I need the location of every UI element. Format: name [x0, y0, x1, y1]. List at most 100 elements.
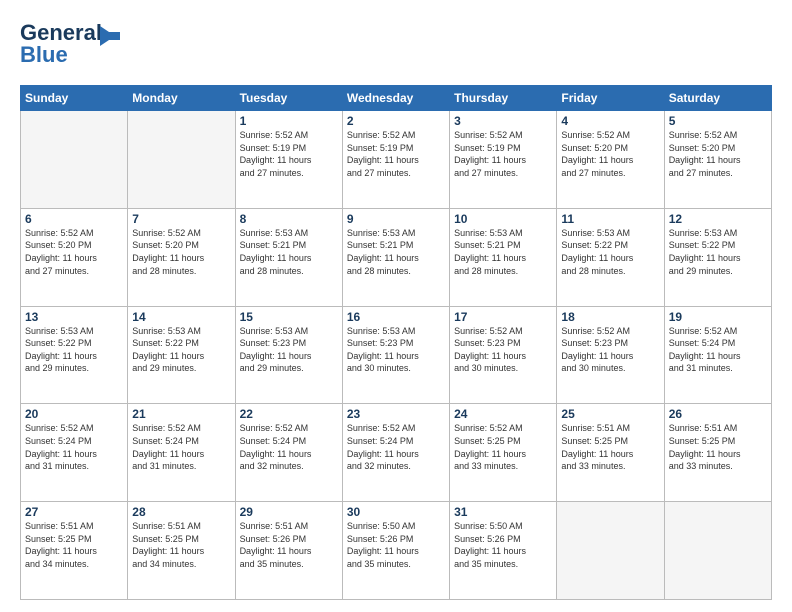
day-number: 5	[669, 114, 767, 128]
day-number: 12	[669, 212, 767, 226]
day-info: Sunrise: 5:52 AM Sunset: 5:19 PM Dayligh…	[347, 129, 445, 179]
page: General Blue SundayMondayTuesdayWednesda…	[0, 0, 792, 612]
day-info: Sunrise: 5:52 AM Sunset: 5:24 PM Dayligh…	[132, 422, 230, 472]
weekday-header: Tuesday	[235, 86, 342, 111]
calendar-day-cell: 27Sunrise: 5:51 AM Sunset: 5:25 PM Dayli…	[21, 502, 128, 600]
calendar-day-cell: 20Sunrise: 5:52 AM Sunset: 5:24 PM Dayli…	[21, 404, 128, 502]
day-info: Sunrise: 5:52 AM Sunset: 5:24 PM Dayligh…	[347, 422, 445, 472]
day-info: Sunrise: 5:52 AM Sunset: 5:19 PM Dayligh…	[454, 129, 552, 179]
day-info: Sunrise: 5:52 AM Sunset: 5:24 PM Dayligh…	[669, 325, 767, 375]
calendar-day-cell: 1Sunrise: 5:52 AM Sunset: 5:19 PM Daylig…	[235, 111, 342, 209]
day-number: 4	[561, 114, 659, 128]
calendar-day-cell: 7Sunrise: 5:52 AM Sunset: 5:20 PM Daylig…	[128, 208, 235, 306]
day-info: Sunrise: 5:53 AM Sunset: 5:23 PM Dayligh…	[347, 325, 445, 375]
day-number: 24	[454, 407, 552, 421]
day-number: 22	[240, 407, 338, 421]
day-number: 30	[347, 505, 445, 519]
day-number: 21	[132, 407, 230, 421]
calendar-day-cell: 8Sunrise: 5:53 AM Sunset: 5:21 PM Daylig…	[235, 208, 342, 306]
day-number: 3	[454, 114, 552, 128]
day-number: 1	[240, 114, 338, 128]
calendar-day-cell: 28Sunrise: 5:51 AM Sunset: 5:25 PM Dayli…	[128, 502, 235, 600]
calendar-day-cell	[128, 111, 235, 209]
calendar-week-row: 13Sunrise: 5:53 AM Sunset: 5:22 PM Dayli…	[21, 306, 772, 404]
day-number: 8	[240, 212, 338, 226]
calendar-day-cell: 5Sunrise: 5:52 AM Sunset: 5:20 PM Daylig…	[664, 111, 771, 209]
calendar-day-cell: 14Sunrise: 5:53 AM Sunset: 5:22 PM Dayli…	[128, 306, 235, 404]
calendar-day-cell: 22Sunrise: 5:52 AM Sunset: 5:24 PM Dayli…	[235, 404, 342, 502]
day-info: Sunrise: 5:52 AM Sunset: 5:25 PM Dayligh…	[454, 422, 552, 472]
calendar-week-row: 20Sunrise: 5:52 AM Sunset: 5:24 PM Dayli…	[21, 404, 772, 502]
day-info: Sunrise: 5:53 AM Sunset: 5:22 PM Dayligh…	[561, 227, 659, 277]
calendar-day-cell	[21, 111, 128, 209]
calendar-day-cell: 10Sunrise: 5:53 AM Sunset: 5:21 PM Dayli…	[450, 208, 557, 306]
day-number: 20	[25, 407, 123, 421]
day-number: 2	[347, 114, 445, 128]
day-info: Sunrise: 5:52 AM Sunset: 5:19 PM Dayligh…	[240, 129, 338, 179]
day-info: Sunrise: 5:53 AM Sunset: 5:21 PM Dayligh…	[240, 227, 338, 277]
day-info: Sunrise: 5:52 AM Sunset: 5:23 PM Dayligh…	[561, 325, 659, 375]
day-info: Sunrise: 5:50 AM Sunset: 5:26 PM Dayligh…	[347, 520, 445, 570]
calendar-day-cell: 16Sunrise: 5:53 AM Sunset: 5:23 PM Dayli…	[342, 306, 449, 404]
calendar-table: SundayMondayTuesdayWednesdayThursdayFrid…	[20, 85, 772, 600]
day-number: 13	[25, 310, 123, 324]
day-info: Sunrise: 5:52 AM Sunset: 5:24 PM Dayligh…	[25, 422, 123, 472]
day-number: 16	[347, 310, 445, 324]
day-number: 27	[25, 505, 123, 519]
day-info: Sunrise: 5:52 AM Sunset: 5:20 PM Dayligh…	[669, 129, 767, 179]
day-info: Sunrise: 5:53 AM Sunset: 5:21 PM Dayligh…	[454, 227, 552, 277]
day-info: Sunrise: 5:51 AM Sunset: 5:26 PM Dayligh…	[240, 520, 338, 570]
day-info: Sunrise: 5:50 AM Sunset: 5:26 PM Dayligh…	[454, 520, 552, 570]
calendar-day-cell: 13Sunrise: 5:53 AM Sunset: 5:22 PM Dayli…	[21, 306, 128, 404]
day-info: Sunrise: 5:52 AM Sunset: 5:20 PM Dayligh…	[561, 129, 659, 179]
calendar-day-cell: 25Sunrise: 5:51 AM Sunset: 5:25 PM Dayli…	[557, 404, 664, 502]
day-info: Sunrise: 5:52 AM Sunset: 5:20 PM Dayligh…	[132, 227, 230, 277]
header: General Blue	[20, 18, 772, 75]
calendar-day-cell: 17Sunrise: 5:52 AM Sunset: 5:23 PM Dayli…	[450, 306, 557, 404]
calendar-day-cell	[664, 502, 771, 600]
calendar-day-cell: 19Sunrise: 5:52 AM Sunset: 5:24 PM Dayli…	[664, 306, 771, 404]
svg-text:Blue: Blue	[20, 42, 68, 67]
day-number: 14	[132, 310, 230, 324]
calendar-day-cell: 12Sunrise: 5:53 AM Sunset: 5:22 PM Dayli…	[664, 208, 771, 306]
day-number: 6	[25, 212, 123, 226]
logo-text: General Blue	[20, 18, 130, 75]
calendar-day-cell: 4Sunrise: 5:52 AM Sunset: 5:20 PM Daylig…	[557, 111, 664, 209]
calendar-day-cell: 26Sunrise: 5:51 AM Sunset: 5:25 PM Dayli…	[664, 404, 771, 502]
day-number: 23	[347, 407, 445, 421]
weekday-header: Monday	[128, 86, 235, 111]
day-info: Sunrise: 5:51 AM Sunset: 5:25 PM Dayligh…	[132, 520, 230, 570]
day-info: Sunrise: 5:52 AM Sunset: 5:23 PM Dayligh…	[454, 325, 552, 375]
calendar-day-cell: 15Sunrise: 5:53 AM Sunset: 5:23 PM Dayli…	[235, 306, 342, 404]
calendar-day-cell	[557, 502, 664, 600]
day-number: 18	[561, 310, 659, 324]
day-info: Sunrise: 5:51 AM Sunset: 5:25 PM Dayligh…	[669, 422, 767, 472]
calendar-day-cell: 30Sunrise: 5:50 AM Sunset: 5:26 PM Dayli…	[342, 502, 449, 600]
calendar-day-cell: 23Sunrise: 5:52 AM Sunset: 5:24 PM Dayli…	[342, 404, 449, 502]
weekday-header: Wednesday	[342, 86, 449, 111]
day-info: Sunrise: 5:53 AM Sunset: 5:22 PM Dayligh…	[132, 325, 230, 375]
day-number: 11	[561, 212, 659, 226]
day-info: Sunrise: 5:53 AM Sunset: 5:23 PM Dayligh…	[240, 325, 338, 375]
day-number: 17	[454, 310, 552, 324]
weekday-header: Friday	[557, 86, 664, 111]
calendar-day-cell: 29Sunrise: 5:51 AM Sunset: 5:26 PM Dayli…	[235, 502, 342, 600]
day-number: 28	[132, 505, 230, 519]
day-number: 25	[561, 407, 659, 421]
calendar-week-row: 6 Sunrise: 5:52 AM Sunset: 5:20 PM Daylig…	[21, 208, 772, 306]
calendar-week-row: 1Sunrise: 5:52 AM Sunset: 5:19 PM Daylig…	[21, 111, 772, 209]
day-number: 29	[240, 505, 338, 519]
calendar-day-cell: 11Sunrise: 5:53 AM Sunset: 5:22 PM Dayli…	[557, 208, 664, 306]
day-info: Sunrise: 5:51 AM Sunset: 5:25 PM Dayligh…	[25, 520, 123, 570]
day-number: 7	[132, 212, 230, 226]
day-number: 26	[669, 407, 767, 421]
day-number: 9	[347, 212, 445, 226]
calendar-day-cell: 3Sunrise: 5:52 AM Sunset: 5:19 PM Daylig…	[450, 111, 557, 209]
calendar-day-cell: 6Sunrise: 5:52 AM Sunset: 5:20 PM Daylig…	[21, 208, 128, 306]
day-info: Sunrise: 5:53 AM Sunset: 5:22 PM Dayligh…	[25, 325, 123, 375]
day-number: 10	[454, 212, 552, 226]
weekday-header: Saturday	[664, 86, 771, 111]
calendar-day-cell: 9Sunrise: 5:53 AM Sunset: 5:21 PM Daylig…	[342, 208, 449, 306]
weekday-header: Sunday	[21, 86, 128, 111]
calendar-week-row: 27Sunrise: 5:51 AM Sunset: 5:25 PM Dayli…	[21, 502, 772, 600]
